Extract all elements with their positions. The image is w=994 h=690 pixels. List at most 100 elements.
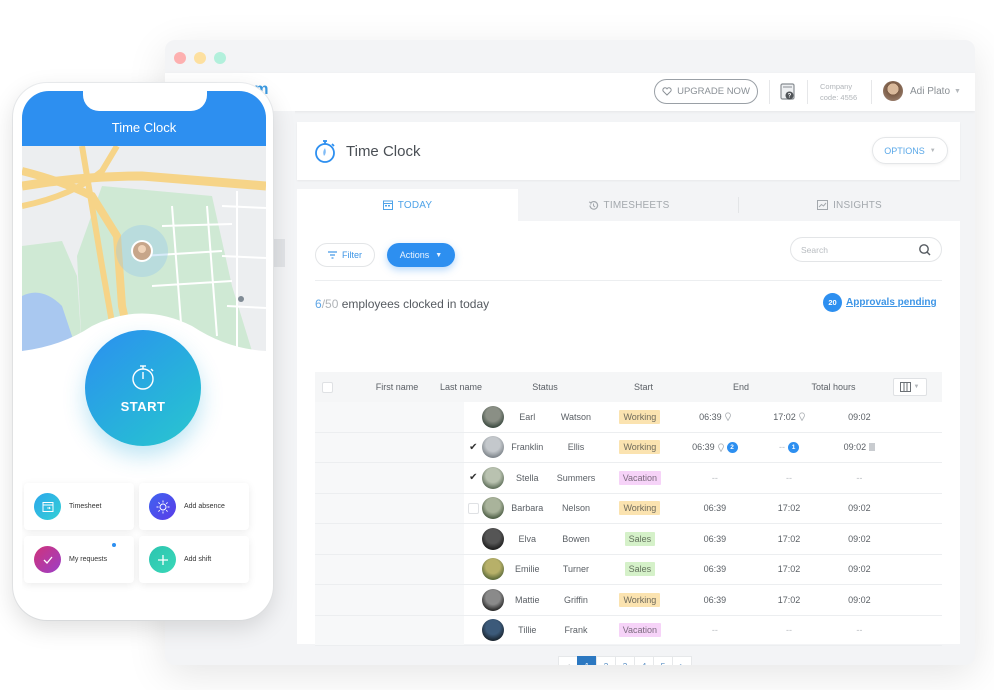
last-name: Summers [556, 472, 596, 483]
table-row[interactable]: Barbara Nelson Working 06:39 17:02 09:02 [315, 493, 942, 524]
company-code-value: code: 4556 [820, 93, 858, 102]
status-cell: Sales [602, 531, 678, 546]
search-icon[interactable] [918, 243, 932, 257]
maximize-window-dot[interactable] [214, 52, 226, 64]
table-body: Earl Watson Working 06:39 17:02 09:02 ✔ Frankli… [315, 402, 942, 646]
document-icon[interactable] [869, 443, 876, 452]
row-checkbox-hidden[interactable] [468, 411, 479, 422]
location-map[interactable] [22, 146, 266, 351]
options-dropdown[interactable]: OPTIONS ▼ [872, 137, 948, 164]
employees-table: First name Last name Status Start End To… [315, 372, 942, 646]
table-row[interactable]: Elva Bowen Sales 06:39 17:02 09:02 [315, 524, 942, 555]
start-time: 06:39 [703, 594, 727, 605]
table-header: First name Last name Status Start End To… [315, 372, 942, 402]
row-checkbox-hidden[interactable] [468, 594, 479, 605]
user-avatar[interactable] [883, 81, 903, 101]
total-cell: -- [826, 473, 892, 483]
page-1-button[interactable]: 1 [577, 656, 597, 665]
avatar [482, 466, 505, 489]
end-cell: 17:02 [752, 564, 827, 574]
options-label: OPTIONS [884, 145, 925, 156]
page-3-button[interactable]: 3 [615, 656, 635, 665]
tab-today[interactable]: TODAY [297, 189, 518, 221]
help-icon[interactable]: ? [780, 83, 795, 101]
page-2-button[interactable]: 2 [596, 656, 616, 665]
checkbox-cell [464, 594, 482, 605]
approvals-pending[interactable]: 20 Approvals pending [823, 293, 937, 312]
start-cell: 06:39 [678, 564, 752, 574]
status-badge: Vacation [618, 470, 662, 485]
tab-timesheets[interactable]: TIMESHEETS [518, 189, 739, 221]
page-header: Time Clock OPTIONS ▼ [297, 122, 960, 180]
filter-button[interactable]: Filter [315, 243, 375, 267]
chart-icon [817, 200, 829, 210]
tile-timesheet[interactable]: Timesheet [24, 483, 134, 530]
upgrade-now-button[interactable]: UPGRADE NOW [654, 79, 758, 104]
col-end[interactable]: End [692, 382, 790, 392]
close-window-dot[interactable] [174, 52, 186, 64]
user-menu-chevron-down-icon[interactable]: ▼ [954, 88, 961, 95]
page-5-button[interactable]: 5 [653, 656, 673, 665]
row-checkbox-hidden[interactable] [468, 564, 479, 575]
table-row[interactable]: Tillie Frank Vacation -- -- -- [315, 615, 942, 646]
start-count-badge[interactable]: 2 [726, 441, 738, 453]
start-time: 06:39 [703, 533, 727, 544]
table-row[interactable]: Emilie Turner Sales 06:39 17:02 09:02 [315, 554, 942, 585]
row-checkbox-checked[interactable]: ✔ [469, 472, 477, 483]
status-cell: Vacation [602, 623, 678, 638]
status-cell: Working [602, 501, 678, 516]
end-time: -- [786, 625, 793, 636]
table-row[interactable]: Earl Watson Working 06:39 17:02 09:02 [315, 402, 942, 433]
table-row[interactable]: ✔ Franklin Ellis Working 06:39 2 -- 1 09:02 [315, 432, 942, 463]
minimize-window-dot[interactable] [194, 52, 206, 64]
table-row[interactable]: ✔ Stella Summers Vacation -- -- -- [315, 463, 942, 494]
total-hours: -- [856, 472, 863, 483]
row-shade [315, 524, 465, 554]
user-name[interactable]: Adi Plato [910, 86, 950, 97]
status-badge: Working [619, 440, 661, 455]
total-cell: 09:02 [826, 595, 892, 605]
row-shade [315, 432, 465, 462]
first-name: Tillie [518, 625, 537, 636]
page-4-button[interactable]: 4 [634, 656, 654, 665]
tile-add-absence-label: Add absence [184, 503, 225, 510]
avatar-cell [482, 588, 505, 611]
tile-my-requests[interactable]: My requests [24, 536, 134, 583]
col-status[interactable]: Status [495, 382, 595, 392]
col-start[interactable]: Start [595, 382, 692, 392]
total-hours: 09:02 [848, 564, 871, 575]
tile-add-absence[interactable]: Add absence [139, 483, 249, 530]
select-all-checkbox[interactable] [321, 381, 333, 393]
next-page-button[interactable]: > [672, 656, 692, 665]
end-count-badge[interactable]: 1 [788, 441, 800, 453]
search-input[interactable] [801, 243, 911, 257]
location-pin-icon[interactable] [717, 443, 724, 452]
location-pin-icon[interactable] [798, 412, 805, 422]
col-total-hours[interactable]: Total hours [790, 382, 877, 392]
row-checkbox-checked[interactable]: ✔ [469, 442, 477, 453]
company-label: Company [820, 82, 853, 91]
row-checkbox-hidden[interactable] [468, 533, 479, 544]
start-cell: -- [678, 625, 752, 635]
avatar [482, 436, 505, 459]
employees-total: /50 [321, 297, 339, 311]
location-pin-icon[interactable] [724, 412, 731, 422]
actions-label: Actions [399, 250, 430, 260]
prev-page-button[interactable]: < [558, 656, 578, 665]
filter-label: Filter [342, 250, 362, 260]
start-button[interactable]: START [85, 330, 201, 446]
start-time: -- [711, 625, 718, 636]
col-last-name[interactable]: Last name [427, 382, 495, 392]
row-checkbox-hidden[interactable] [468, 625, 479, 636]
tab-insights[interactable]: INSIGHTS [739, 189, 960, 221]
row-checkbox[interactable] [467, 502, 479, 514]
col-first-name[interactable]: First name [367, 382, 427, 392]
table-row[interactable]: Mattie Griffin Working 06:39 17:02 09:02 [315, 585, 942, 616]
tile-add-shift[interactable]: Add shift [139, 536, 249, 583]
start-cell: 06:39 [678, 534, 752, 544]
approvals-count-badge: 20 [823, 293, 842, 312]
column-settings-button[interactable]: ▼ [892, 378, 927, 396]
last-name: Ellis [567, 442, 585, 453]
actions-dropdown[interactable]: Actions ▼ [387, 243, 455, 267]
approvals-pending-link[interactable]: Approvals pending [846, 297, 937, 308]
